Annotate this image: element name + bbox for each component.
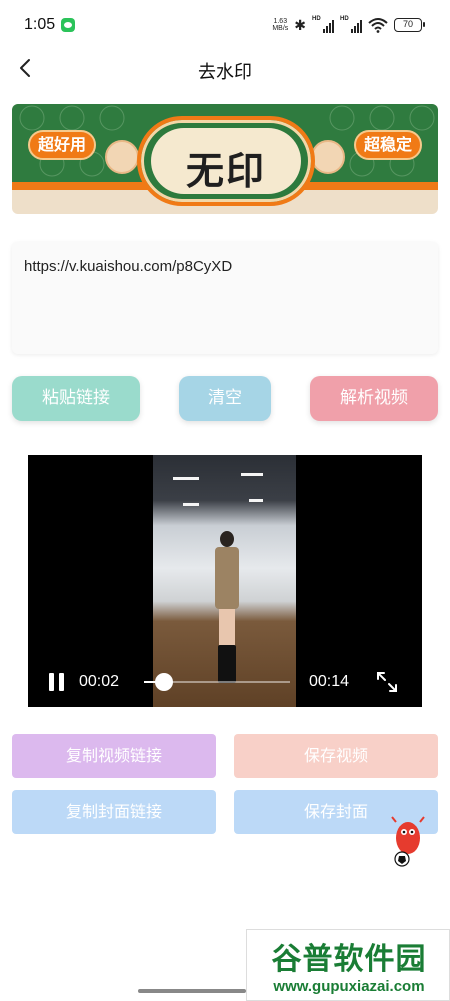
clear-button[interactable]: 清空 [179,376,271,421]
save-video-button[interactable]: 保存视频 [234,734,438,778]
parse-video-button[interactable]: 解析视频 [310,376,438,421]
watermark-url: www.gupuxiazai.com [273,978,425,995]
network-speed-unit: MB/s [272,25,289,32]
video-player[interactable]: 00:02 00:14 [28,455,422,707]
signal-icon-2: HD [340,16,362,33]
hd-label: HD [312,16,321,22]
video-subject [213,531,241,691]
network-speed: 1.63 MB/s [272,18,288,32]
cloud-ornament-icon [105,140,139,174]
status-time: 1:05 [24,16,56,33]
wechat-icon [61,18,75,32]
url-input-value: https://v.kuaishou.com/p8CyXD [24,258,233,275]
wifi-icon [368,18,388,33]
url-input[interactable]: https://v.kuaishou.com/p8CyXD [12,242,438,354]
copy-cover-link-button[interactable]: 复制封面链接 [12,790,216,834]
home-indicator[interactable] [138,989,246,993]
fullscreen-expand-icon[interactable] [376,671,398,693]
status-bar: 1:05 1.63 MB/s ✱ HD HD 70 [0,0,450,52]
network-speed-value: 1.63 [273,18,288,25]
current-time: 00:02 [79,673,120,690]
status-icons: 1.63 MB/s ✱ HD HD 70 [272,14,425,36]
mascot-icon[interactable] [388,816,426,868]
banner-emblem: 无印 [137,116,315,206]
battery-icon: 70 [394,18,425,32]
page-title: 去水印 [198,62,252,83]
banner-tag-left: 超好用 [28,130,97,160]
paste-link-button[interactable]: 粘贴链接 [12,376,140,421]
cloud-ornament-icon [311,140,345,174]
total-time: 00:14 [309,673,350,690]
site-watermark: 谷普软件园 www.gupuxiazai.com [246,929,450,1001]
banner-main-text: 无印 [185,148,266,193]
signal-icon: HD [312,16,334,33]
bluetooth-icon: ✱ [294,16,306,33]
video-frame [153,455,296,707]
copy-video-link-button[interactable]: 复制视频链接 [12,734,216,778]
hd-label-2: HD [340,16,349,22]
promo-banner: 无印 超好用 超稳定 [12,104,438,214]
banner-tag-right: 超稳定 [353,130,422,160]
watermark-title: 谷普软件园 [271,942,427,977]
pause-icon[interactable] [48,673,66,691]
